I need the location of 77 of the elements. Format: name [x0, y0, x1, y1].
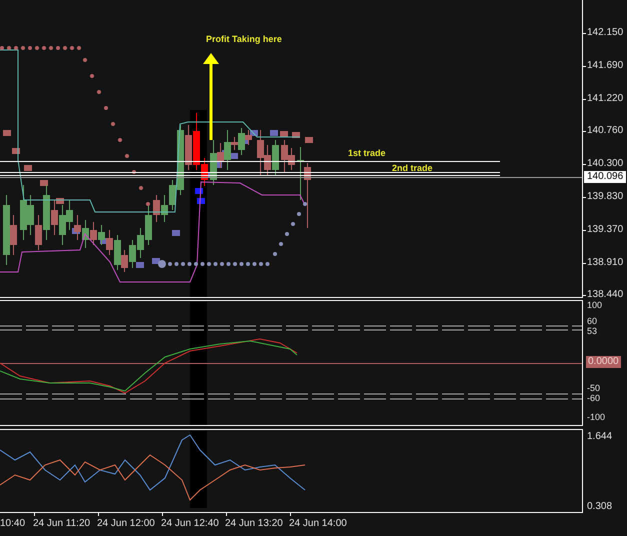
support-dot	[181, 262, 185, 266]
trend-block	[3, 130, 11, 136]
support-dot	[252, 262, 256, 266]
axis-label: 139.830	[587, 192, 624, 202]
support-dot	[297, 212, 301, 216]
time-label: 24 Jun 14:00	[289, 519, 347, 529]
time-label: 10:40	[0, 519, 26, 529]
support-dot	[226, 262, 230, 266]
axis-label: 141.690	[587, 60, 624, 71]
axis-label: 138.910	[587, 258, 624, 268]
annotation-label: 2nd trade	[392, 163, 433, 173]
support-dot	[279, 242, 283, 246]
axis-label: 142.150	[587, 28, 624, 38]
trailing-dot	[111, 122, 115, 126]
time-label: 24 Jun 12:40	[161, 519, 219, 529]
support-dot	[220, 262, 224, 266]
time-label: 24 Jun 11:20	[33, 519, 90, 529]
time-label: 24 Jun 13:20	[225, 519, 283, 529]
trend-block	[40, 180, 48, 186]
trailing-dot	[0, 46, 4, 50]
trailing-dot	[42, 46, 46, 50]
support-dot	[188, 262, 192, 266]
axis-label: 53	[587, 327, 598, 336]
axis-label: 140.300	[587, 159, 624, 170]
support-dot	[207, 262, 211, 266]
trailing-dot	[7, 46, 11, 50]
axis-label: 138.440	[587, 290, 624, 300]
support-dot	[214, 262, 218, 266]
trailing-dot	[56, 46, 60, 50]
axis-label: -50	[587, 384, 600, 393]
trend-block	[24, 165, 32, 171]
zero-value-label: 0.0000	[586, 356, 621, 368]
annotation-label: Profit Taking here	[206, 34, 282, 44]
time-label: 24 Jun 12:00	[97, 519, 155, 529]
current-price-label: 140.096	[584, 171, 626, 183]
support-dot	[246, 262, 250, 266]
trailing-dot	[63, 46, 67, 50]
support-dot	[240, 262, 244, 266]
axis-label: -100	[587, 413, 606, 422]
axis-label: 139.370	[587, 224, 624, 235]
trailing-dot	[132, 170, 136, 174]
trend-block	[172, 230, 180, 236]
trailing-dot	[83, 58, 87, 62]
trailing-dot	[104, 106, 108, 110]
support-dot	[285, 232, 289, 236]
trailing-dot	[146, 202, 150, 206]
trailing-dot	[70, 46, 74, 50]
trailing-dot	[28, 46, 32, 50]
trailing-dot	[49, 46, 53, 50]
axis-label: -60	[587, 394, 600, 403]
support-dot	[200, 262, 204, 266]
axis-label: 0.308	[587, 502, 612, 512]
trailing-dot	[35, 46, 39, 50]
support-dot	[158, 260, 166, 268]
annotation-label: 1st trade	[348, 148, 386, 158]
axis-label: 100	[587, 301, 602, 310]
support-dot	[273, 252, 277, 256]
support-dot	[259, 262, 263, 266]
trailing-dot	[139, 186, 143, 190]
trailing-dot	[118, 138, 122, 142]
trailing-dot	[77, 46, 81, 50]
support-dot	[291, 222, 295, 226]
support-dot	[194, 262, 198, 266]
trailing-dot	[90, 74, 94, 78]
support-dot	[303, 202, 307, 206]
trailing-dot	[125, 154, 129, 158]
axis-label: 140.760	[587, 126, 624, 136]
support-dot	[266, 262, 270, 266]
axis-label: 1.644	[587, 432, 612, 442]
axis-label: 141.220	[587, 94, 624, 104]
support-dot	[174, 262, 178, 266]
support-dot	[168, 262, 172, 266]
trailing-dot	[21, 46, 25, 50]
support-dot	[233, 262, 237, 266]
trailing-dot	[97, 90, 101, 94]
trailing-dot	[14, 46, 18, 50]
axis-label: 60	[587, 317, 598, 326]
